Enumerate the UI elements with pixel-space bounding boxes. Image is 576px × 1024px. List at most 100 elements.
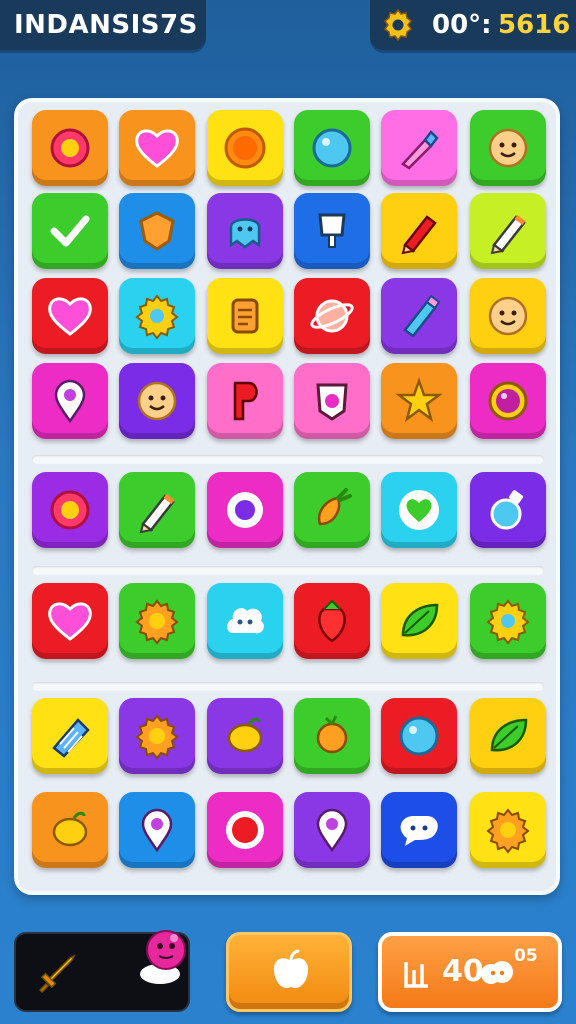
score-panel: 00°: 5616 [370,0,576,50]
red-circle-icon [226,811,264,849]
blue-pencil-icon [403,294,441,338]
orange-fruit-icon [316,715,348,754]
pencil-icon [139,494,175,534]
board-tile[interactable] [119,363,195,439]
orange-ring-icon [50,490,90,530]
board-tile[interactable] [294,193,370,269]
orange-ring-icon [50,128,90,168]
board-divider [32,682,544,691]
potion-icon [490,490,523,530]
board-tile[interactable] [381,363,457,439]
map-pin-icon [54,379,86,424]
board-tile[interactable] [294,792,370,868]
board-divider [32,566,544,575]
board-tile[interactable] [119,583,195,659]
planet-icon [310,299,354,333]
pencil-icon [490,215,526,255]
map-pin-icon [141,808,173,853]
powerup-panel[interactable] [14,930,190,1012]
red-pencil-icon [401,215,437,255]
board-tile[interactable] [119,193,195,269]
board-tile[interactable] [470,698,546,774]
settings-gear-icon[interactable] [380,7,416,43]
blue-bubble-icon [399,716,439,756]
board-tile[interactable] [294,363,370,439]
title-panel: INDANSIS7S [0,0,206,50]
smiley-face-icon [488,296,528,336]
board-tile[interactable] [381,110,457,186]
board-tile[interactable] [207,472,283,548]
board-tile[interactable] [32,278,108,354]
board-tile[interactable] [470,278,546,354]
board-tile[interactable] [470,363,546,439]
crayon-icon [52,718,90,758]
board-tile[interactable] [470,583,546,659]
board-divider [32,455,544,464]
board-tile[interactable] [470,472,546,548]
board-tile[interactable] [470,193,546,269]
board-tile[interactable] [294,472,370,548]
blue-bubble-icon [312,128,352,168]
heart-icon [135,129,179,168]
heart-icon [48,297,92,336]
shield-badge-icon [316,383,348,421]
orange-shield-icon [139,211,175,251]
sun-gear-icon [486,808,530,854]
board-tile[interactable] [32,792,108,868]
board-tile[interactable] [381,698,457,774]
board-tile[interactable] [381,278,457,354]
board-tile[interactable] [294,698,370,774]
board-tile[interactable] [32,472,108,548]
sword-icon [38,954,76,994]
sun-gear-icon [135,599,179,645]
board-tile[interactable] [381,193,457,269]
board-tile[interactable] [207,193,283,269]
board-tile[interactable] [207,110,283,186]
smiley-face-icon [137,381,177,421]
pink-monster-icon [140,930,186,984]
green-heart-icon [399,490,439,530]
apple-icon [273,949,309,989]
board-tile[interactable] [119,792,195,868]
game-title: INDANSIS7S [14,10,198,40]
board-tile[interactable] [207,698,283,774]
moves-count: 40 [442,954,484,989]
lemon-icon [227,717,263,753]
board-tile[interactable] [32,583,108,659]
center-action-button[interactable] [226,932,352,1012]
board-tile[interactable] [207,792,283,868]
board-tile[interactable] [207,583,283,659]
board-tile[interactable] [32,110,108,186]
score-display: 5616 [498,10,571,40]
board-tile[interactable] [470,792,546,868]
board-tile[interactable] [207,363,283,439]
board-tile[interactable] [32,363,108,439]
board-tile[interactable] [294,583,370,659]
letter-p-icon [233,381,258,421]
board-tile[interactable] [119,698,195,774]
leaf-icon [490,718,528,752]
board-tile[interactable] [119,110,195,186]
board-tile[interactable] [294,278,370,354]
star-icon [395,377,443,423]
board-tile[interactable] [119,472,195,548]
carrot-icon [317,488,352,526]
board-tile[interactable] [294,110,370,186]
board-tile[interactable] [381,792,457,868]
brush-icon [401,130,439,170]
smiley-face-icon [488,128,528,168]
board-tile[interactable] [119,278,195,354]
cloud-face-icon [227,608,264,634]
cloud-face-icon [481,961,513,984]
moves-suffix: 05 [514,946,538,966]
board-tile[interactable] [381,472,457,548]
orange-circle-icon [224,127,266,169]
stat-bars-icon [404,962,428,988]
gear-icon [486,599,530,645]
board-tile[interactable] [207,278,283,354]
board-tile[interactable] [32,193,108,269]
board-tile[interactable] [32,698,108,774]
board-tile[interactable] [381,583,457,659]
board-tile[interactable] [470,110,546,186]
moves-panel: 40 05 [378,932,562,1012]
